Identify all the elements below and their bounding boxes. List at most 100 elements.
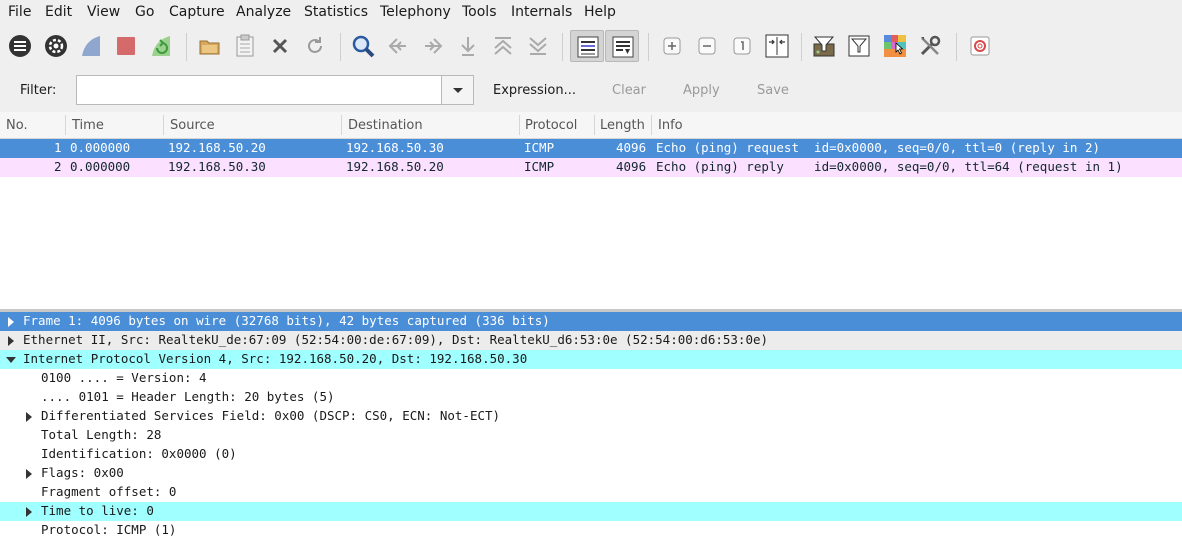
tree-item-fragment-offset[interactable]: Fragment offset: 0 — [0, 483, 1182, 502]
zoom-out-icon[interactable] — [695, 34, 719, 58]
go-last-packet-icon[interactable] — [526, 34, 550, 58]
tree-item-identification[interactable]: Identification: 0x0000 (0) — [0, 445, 1182, 464]
packet-no: 2 — [54, 159, 62, 174]
packet-list-header: No. Time Source Destination Protocol Len… — [0, 112, 1182, 139]
collapse-arrow-icon[interactable] — [6, 357, 16, 363]
packet-protocol: ICMP — [524, 140, 555, 155]
expand-arrow-icon[interactable] — [8, 317, 14, 327]
menu-analyze[interactable]: Analyze — [236, 4, 291, 20]
zoom-in-icon[interactable] — [660, 34, 684, 58]
packet-row[interactable]: 2 0.000000 192.168.50.30 192.168.50.20 I… — [0, 158, 1182, 177]
menu-go[interactable]: Go — [135, 4, 154, 20]
reload-file-icon[interactable] — [303, 34, 327, 58]
colorize-icon[interactable] — [570, 30, 604, 62]
menu-edit[interactable]: Edit — [45, 4, 72, 20]
menu-telephony[interactable]: Telephony — [380, 4, 451, 20]
packet-no: 1 — [54, 140, 62, 155]
tree-item-ttl[interactable]: Time to live: 0 — [0, 502, 1182, 521]
go-back-icon[interactable] — [386, 34, 410, 58]
menu-internals[interactable]: Internals — [511, 4, 572, 20]
packet-info: Echo (ping) reply id=0x0000, seq=0/0, tt… — [656, 159, 1123, 174]
packet-time: 0.000000 — [70, 140, 131, 155]
column-header-source[interactable]: Source — [170, 118, 215, 133]
tree-item-label: Flags: 0x00 — [41, 465, 124, 480]
tree-item-flags[interactable]: Flags: 0x00 — [0, 464, 1182, 483]
save-button[interactable]: Save — [757, 83, 789, 98]
expand-arrow-icon[interactable] — [26, 507, 32, 517]
packet-destination: 192.168.50.30 — [346, 140, 444, 155]
tree-item-header-length[interactable]: .... 0101 = Header Length: 20 bytes (5) — [0, 388, 1182, 407]
expand-arrow-icon[interactable] — [26, 469, 32, 479]
packet-protocol: ICMP — [524, 159, 555, 174]
packet-info: Echo (ping) request id=0x0000, seq=0/0, … — [656, 140, 1101, 155]
tree-item-label: Total Length: 28 — [41, 427, 162, 442]
menu-bar: File Edit View Go Capture Analyze Statis… — [0, 0, 1182, 25]
tree-item-total-length[interactable]: Total Length: 28 — [0, 426, 1182, 445]
tree-item-frame[interactable]: Frame 1: 4096 bytes on wire (32768 bits)… — [0, 312, 1182, 331]
tree-item-label: Frame 1: 4096 bytes on wire (32768 bits)… — [23, 313, 550, 328]
tree-item-label: 0100 .... = Version: 4 — [41, 370, 207, 385]
expression-button[interactable]: Expression... — [493, 83, 576, 98]
interface-list-icon[interactable] — [8, 34, 32, 58]
apply-button[interactable]: Apply — [683, 83, 720, 98]
menu-file[interactable]: File — [8, 4, 31, 20]
tree-item-label: Protocol: ICMP (1) — [41, 522, 177, 537]
expand-arrow-icon[interactable] — [26, 412, 32, 422]
tree-item-ipv4[interactable]: Internet Protocol Version 4, Src: 192.16… — [0, 350, 1182, 369]
go-first-packet-icon[interactable] — [491, 34, 515, 58]
expand-arrow-icon[interactable] — [8, 336, 14, 346]
filter-label: Filter: — [20, 83, 57, 98]
tree-item-label: Identification: 0x0000 (0) — [41, 446, 237, 461]
capture-options-icon[interactable] — [44, 34, 68, 58]
tree-item-protocol[interactable]: Protocol: ICMP (1) — [0, 521, 1182, 540]
display-filters-icon[interactable] — [847, 34, 871, 58]
menu-statistics[interactable]: Statistics — [304, 4, 368, 20]
column-header-info[interactable]: Info — [658, 118, 683, 133]
save-file-icon[interactable] — [233, 34, 257, 58]
tree-item-label: Internet Protocol Version 4, Src: 192.16… — [23, 351, 528, 366]
find-packet-icon[interactable] — [351, 34, 375, 58]
filter-dropdown-button[interactable] — [441, 75, 474, 105]
tree-item-label: Time to live: 0 — [41, 503, 154, 518]
column-header-no[interactable]: No. — [6, 118, 28, 133]
column-header-destination[interactable]: Destination — [348, 118, 423, 133]
column-header-protocol[interactable]: Protocol — [525, 118, 577, 133]
menu-tools[interactable]: Tools — [462, 4, 497, 20]
capture-filters-icon[interactable] — [812, 34, 836, 58]
tree-item-label: Fragment offset: 0 — [41, 484, 177, 499]
menu-help[interactable]: Help — [584, 4, 616, 20]
tree-item-label: Differentiated Services Field: 0x00 (DSC… — [41, 408, 501, 423]
tree-item-version[interactable]: 0100 .... = Version: 4 — [0, 369, 1182, 388]
tree-item-label: Ethernet II, Src: RealtekU_de:67:09 (52:… — [23, 332, 769, 347]
packet-row[interactable]: 1 0.000000 192.168.50.20 192.168.50.30 I… — [0, 139, 1182, 158]
packet-length: 4096 — [616, 159, 647, 174]
go-to-packet-icon[interactable] — [456, 34, 480, 58]
filter-bar: Filter: Expression... Clear Apply Save — [0, 70, 1182, 112]
restart-capture-icon[interactable] — [149, 34, 173, 58]
auto-scroll-icon[interactable] — [605, 30, 639, 62]
menu-capture[interactable]: Capture — [169, 4, 225, 20]
start-capture-icon[interactable] — [79, 34, 103, 58]
coloring-rules-icon[interactable] — [883, 34, 907, 58]
close-file-icon[interactable] — [268, 34, 292, 58]
tree-item-dsfield[interactable]: Differentiated Services Field: 0x00 (DSC… — [0, 407, 1182, 426]
normal-size-icon[interactable] — [730, 34, 754, 58]
help-icon[interactable] — [968, 34, 992, 58]
tree-item-label: .... 0101 = Header Length: 20 bytes (5) — [41, 389, 335, 404]
go-forward-icon[interactable] — [421, 34, 445, 58]
packet-destination: 192.168.50.20 — [346, 159, 444, 174]
tree-item-ethernet[interactable]: Ethernet II, Src: RealtekU_de:67:09 (52:… — [0, 331, 1182, 350]
packet-source: 192.168.50.30 — [168, 159, 266, 174]
resize-columns-icon[interactable] — [765, 34, 789, 58]
packet-time: 0.000000 — [70, 159, 131, 174]
packet-length: 4096 — [616, 140, 647, 155]
packet-source: 192.168.50.20 — [168, 140, 266, 155]
clear-button[interactable]: Clear — [612, 83, 646, 98]
preferences-icon[interactable] — [918, 34, 942, 58]
stop-capture-icon[interactable] — [114, 34, 138, 58]
menu-view[interactable]: View — [87, 4, 120, 20]
column-header-length[interactable]: Length — [600, 118, 645, 133]
column-header-time[interactable]: Time — [72, 118, 104, 133]
open-file-icon[interactable] — [198, 34, 222, 58]
filter-input[interactable] — [76, 75, 442, 105]
